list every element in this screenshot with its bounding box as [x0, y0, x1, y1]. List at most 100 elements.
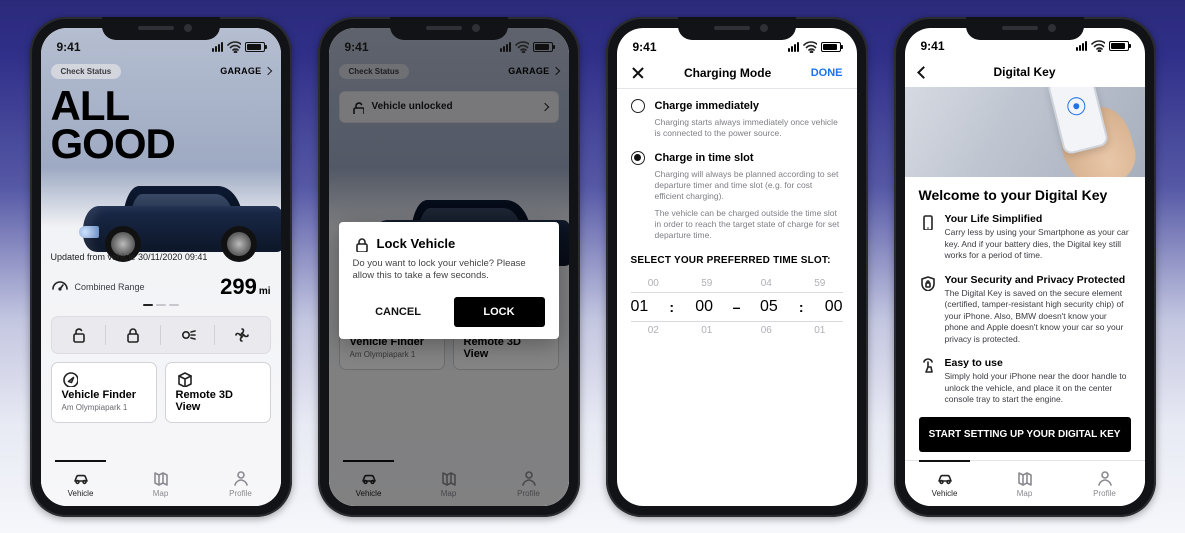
close-icon[interactable]	[631, 66, 645, 80]
feature-easy: Easy to use Simply hold your iPhone near…	[919, 357, 1131, 405]
start-hour[interactable]: 01	[631, 298, 649, 316]
feature-security: Your Security and Privacy Protected The …	[919, 274, 1131, 345]
cancel-button[interactable]: CANCEL	[353, 297, 444, 327]
vehicle-image	[83, 170, 281, 262]
phone-charging-mode: 9:41 Charging Mode DONE Charge immediate…	[606, 17, 868, 517]
action-lock[interactable]	[106, 317, 161, 353]
tab-bar: Vehicle Map Profile	[41, 460, 281, 506]
meter-icon	[51, 278, 69, 296]
wifi-icon	[803, 41, 817, 53]
action-lights[interactable]	[161, 317, 216, 353]
user-icon	[1096, 469, 1114, 487]
compass-icon	[62, 371, 78, 387]
page-title: Charging Mode	[684, 66, 771, 80]
car-icon	[72, 469, 90, 487]
modal-body: Do you want to lock your vehicle? Please…	[353, 258, 545, 284]
back-icon[interactable]	[917, 66, 930, 79]
user-icon	[232, 469, 250, 487]
tab-map[interactable]: Map	[985, 461, 1065, 505]
opt1-title: Charge immediately	[655, 100, 760, 112]
last-updated-text: Updated from vehicle 30/11/2020 09:41	[51, 252, 271, 262]
page-dots	[51, 304, 271, 306]
notch	[102, 17, 220, 40]
action-climate[interactable]	[215, 317, 270, 353]
tab-profile[interactable]: Profile	[1065, 461, 1145, 505]
signal-icon	[500, 42, 511, 52]
lock-vehicle-modal: Lock Vehicle Do you want to lock your ve…	[339, 222, 559, 340]
finder-title: Vehicle Finder	[62, 389, 146, 402]
garage-label: GARAGE	[220, 66, 261, 76]
signal-icon	[212, 42, 223, 52]
feat2-desc: The Digital Key is saved on the secure e…	[945, 288, 1131, 345]
tab-vehicle[interactable]: Vehicle	[905, 461, 985, 505]
finder-sub: Am Olympiapark 1	[62, 403, 146, 412]
setup-digital-key-button[interactable]: START SETTING UP YOUR DIGITAL KEY	[919, 417, 1131, 452]
signal-icon	[1076, 41, 1087, 51]
tab-profile[interactable]: Profile	[201, 461, 281, 506]
feat3-title: Easy to use	[945, 357, 1131, 369]
nav-bar: Charging Mode DONE	[617, 60, 857, 89]
quick-actions	[51, 316, 271, 354]
end-hour[interactable]: 05	[760, 298, 778, 316]
range-unit: mi	[259, 286, 271, 297]
option-charge-immediately[interactable]: Charge immediately Charging starts alway…	[631, 99, 843, 139]
card-vehicle-finder[interactable]: Vehicle Finder Am Olympiapark 1	[51, 362, 157, 423]
end-minute[interactable]: 00	[825, 298, 843, 316]
opt2-desc1: Charging will always be planned accordin…	[655, 169, 843, 202]
lock-icon	[353, 236, 369, 252]
feat3-desc: Simply hold your iPhone near the door ha…	[945, 371, 1131, 405]
page-title: Digital Key	[993, 65, 1055, 79]
notch	[966, 17, 1084, 40]
hero-status-text: ALL GOOD	[51, 87, 271, 164]
range-row: Combined Range 299 mi	[51, 274, 271, 300]
range-value: 299	[220, 274, 257, 300]
battery-icon	[533, 42, 553, 52]
radio-checked-icon	[631, 151, 645, 165]
status-time: 9:41	[57, 40, 81, 54]
feature-simplified: Your Life Simplified Carry less by using…	[919, 213, 1131, 261]
notch	[390, 17, 508, 40]
action-unlock[interactable]	[52, 317, 107, 353]
battery-icon	[821, 42, 841, 52]
phone-digital-key: 9:41 Digital Key Welcome to your Digital…	[894, 17, 1156, 517]
tab-vehicle[interactable]: Vehicle	[41, 461, 121, 506]
opt1-desc: Charging starts always immediately once …	[655, 117, 843, 139]
nav-bar: Digital Key	[905, 59, 1145, 87]
card-remote-3d[interactable]: Remote 3D View	[165, 362, 271, 423]
lock-button[interactable]: LOCK	[454, 297, 545, 327]
welcome-heading: Welcome to your Digital Key	[919, 187, 1131, 203]
time-slot-picker[interactable]: 00 59 04 59 01 : 00 – 05 : 00 02 01	[617, 278, 857, 336]
status-time: 9:41	[921, 39, 945, 53]
cube-icon	[176, 371, 192, 387]
battery-icon	[245, 42, 265, 52]
range-label: Combined Range	[75, 282, 145, 292]
car-icon	[936, 469, 954, 487]
option-charge-time-slot[interactable]: Charge in time slot Charging will always…	[631, 151, 843, 241]
tab-map[interactable]: Map	[121, 461, 201, 506]
battery-icon	[1109, 41, 1129, 51]
tab-bar: Vehicle Map Profile	[905, 460, 1145, 505]
signal-icon	[788, 42, 799, 52]
opt2-title: Charge in time slot	[655, 152, 754, 164]
check-status-pill[interactable]: Check Status	[51, 64, 122, 79]
start-minute[interactable]: 00	[695, 298, 713, 316]
map-icon	[152, 469, 170, 487]
done-button[interactable]: DONE	[811, 67, 843, 79]
wifi-icon	[227, 41, 241, 53]
feat2-title: Your Security and Privacy Protected	[945, 274, 1131, 286]
fan-icon	[233, 326, 251, 344]
tap-icon	[919, 358, 935, 374]
headlight-icon	[179, 326, 197, 344]
opt2-desc2: The vehicle can be charged outside the t…	[655, 208, 843, 241]
radio-unchecked-icon	[631, 99, 645, 113]
section-label: SELECT YOUR PREFERRED TIME SLOT:	[617, 253, 857, 270]
wifi-icon	[515, 41, 529, 53]
digital-key-hero-image	[905, 87, 1145, 177]
garage-link[interactable]: GARAGE	[220, 66, 270, 76]
modal-title: Lock Vehicle	[377, 236, 456, 251]
unlock-icon	[70, 326, 88, 344]
chevron-right-icon	[263, 67, 271, 75]
status-time: 9:41	[633, 40, 657, 54]
view3d-title: Remote 3D View	[176, 389, 260, 414]
notch	[678, 17, 796, 40]
